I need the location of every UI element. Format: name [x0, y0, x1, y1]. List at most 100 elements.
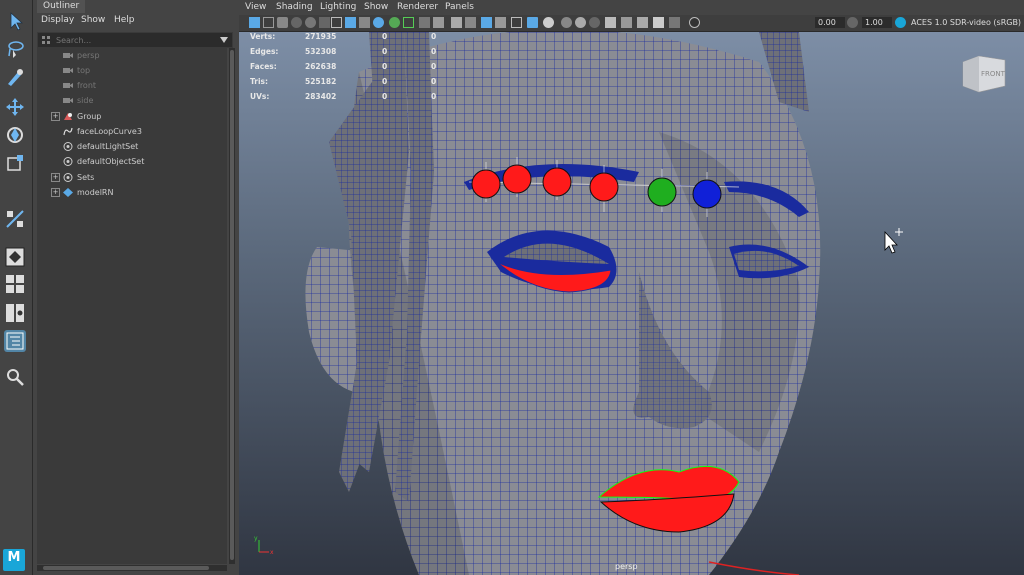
curve-icon	[63, 127, 73, 136]
scrollbar-thumb[interactable]	[43, 566, 209, 570]
grid-icon[interactable]	[331, 17, 342, 28]
select-camera-icon[interactable]	[249, 17, 260, 28]
gamma-icon[interactable]	[847, 17, 858, 28]
outliner-item-defaultobjectset[interactable]: defaultObjectSet	[37, 154, 217, 169]
outliner-menu-show[interactable]: Show	[81, 15, 105, 25]
view-transform-icon[interactable]	[895, 17, 906, 28]
exposure-field[interactable]: 0.00	[815, 17, 845, 28]
control-sphere-red[interactable]	[471, 169, 501, 199]
use-all-lights-icon[interactable]	[495, 17, 506, 28]
control-sphere-red[interactable]	[502, 164, 532, 194]
two-d-pan-icon[interactable]	[305, 17, 316, 28]
xray-joints-icon[interactable]	[621, 17, 632, 28]
viewport-menu-panels[interactable]: Panels	[445, 2, 474, 12]
single-pane-layout-icon[interactable]	[4, 246, 26, 268]
outliner-item-modelrn[interactable]: + modelRN	[37, 185, 217, 200]
viewcube-face-label: FRONT	[981, 70, 1006, 78]
gamma-field[interactable]: 1.00	[862, 17, 892, 28]
viewport-menu-shading[interactable]: Shading	[276, 2, 313, 12]
grease-pencil-icon[interactable]	[319, 17, 330, 28]
outliner-panel: Outliner Display Show Help persp top fro…	[33, 0, 237, 575]
camera-attributes-icon[interactable]	[263, 17, 274, 28]
backface-culling-icon[interactable]	[653, 17, 664, 28]
exposure-icon[interactable]	[689, 17, 700, 28]
expand-plus-icon[interactable]: +	[51, 188, 60, 197]
viewport-menu-show[interactable]: Show	[364, 2, 388, 12]
hud-faces-a: 0	[382, 62, 388, 71]
film-gate-icon[interactable]	[345, 17, 356, 28]
motion-blur-icon[interactable]	[543, 17, 554, 28]
select-tool-icon[interactable]	[4, 10, 26, 32]
outliner-vertical-scrollbar[interactable]	[229, 48, 235, 564]
outliner-item-sets[interactable]: + Sets	[37, 170, 217, 185]
control-sphere-green[interactable]	[647, 177, 677, 207]
soft-select-tool-icon[interactable]	[4, 208, 26, 230]
camera-name-label: persp	[615, 562, 638, 571]
hud-faces-b: 0	[431, 62, 437, 71]
outliner-item-label: persp	[77, 51, 100, 60]
outliner-item-defaultlightset[interactable]: defaultLightSet	[37, 139, 217, 154]
viewcube[interactable]: FRONT	[959, 52, 1009, 94]
smooth-shade-icon[interactable]	[451, 17, 462, 28]
expand-plus-icon[interactable]: +	[51, 173, 60, 182]
scale-tool-icon[interactable]	[4, 152, 26, 174]
camera-icon	[63, 68, 73, 73]
outliner-layout-icon[interactable]	[4, 330, 26, 352]
safe-title-icon[interactable]	[419, 17, 430, 28]
magnifier-icon[interactable]	[4, 366, 26, 388]
two-pane-layout-icon[interactable]	[4, 302, 26, 324]
scrollbar-thumb[interactable]	[230, 50, 234, 560]
bookmark-icon[interactable]	[277, 17, 288, 28]
outliner-menu-help[interactable]: Help	[114, 15, 135, 25]
head-model[interactable]: y x	[239, 32, 1024, 575]
screen-space-ao-icon[interactable]	[527, 17, 538, 28]
xray-icon[interactable]	[605, 17, 616, 28]
hud-faces-value: 262638	[305, 62, 337, 71]
outliner-item-side[interactable]: side	[37, 93, 217, 108]
viewport-menu-lighting[interactable]: Lighting	[320, 2, 356, 12]
safe-action-icon[interactable]	[403, 17, 414, 28]
xray-components-icon[interactable]	[637, 17, 648, 28]
textured-icon[interactable]	[481, 17, 492, 28]
outliner-tab[interactable]: Outliner	[37, 0, 86, 13]
wireframe-on-shaded-icon[interactable]	[465, 17, 476, 28]
outliner-horizontal-scrollbar[interactable]	[37, 565, 227, 571]
image-plane-icon[interactable]	[291, 17, 302, 28]
outliner-item-persp[interactable]: persp	[37, 48, 217, 63]
outliner-item-label: top	[77, 66, 91, 75]
paint-select-tool-icon[interactable]	[4, 66, 26, 88]
multisample-aa-icon[interactable]	[561, 17, 572, 28]
four-pane-layout-icon[interactable]	[4, 273, 26, 295]
color-space-label[interactable]: ACES 1.0 SDR-video (sRGB)	[911, 18, 1021, 27]
outliner-item-label: modelRN	[77, 188, 114, 197]
outliner-menu-display[interactable]: Display	[41, 15, 74, 25]
field-chart-icon[interactable]	[389, 17, 400, 28]
wireframe-icon[interactable]	[433, 17, 444, 28]
control-sphere-red[interactable]	[542, 167, 572, 197]
outliner-menu-bar: Display Show Help	[33, 14, 237, 28]
perspective-viewport[interactable]: y x Verts: 271935 0 0 Edges: 532308 0 0 …	[239, 32, 1024, 575]
hud-tris-a: 0	[382, 77, 388, 86]
move-tool-icon[interactable]	[4, 96, 26, 118]
outliner-item-front[interactable]: front	[37, 78, 217, 93]
lasso-tool-icon[interactable]	[4, 38, 26, 60]
control-sphere-red[interactable]	[589, 172, 619, 202]
control-sphere-blue[interactable]	[692, 179, 722, 209]
hud-tris-label: Tris:	[250, 77, 269, 86]
isolate-select-icon[interactable]	[589, 17, 600, 28]
expand-plus-icon[interactable]: +	[51, 112, 60, 121]
resolution-gate-icon[interactable]	[359, 17, 370, 28]
search-dropdown-chevron-icon[interactable]	[220, 37, 228, 43]
depth-of-field-icon[interactable]	[575, 17, 586, 28]
search-options-icon[interactable]	[41, 35, 51, 45]
outliner-search-input[interactable]	[56, 33, 206, 47]
rotate-tool-icon[interactable]	[4, 124, 26, 146]
viewport-menu-view[interactable]: View	[245, 2, 266, 12]
gate-mask-icon[interactable]	[373, 17, 384, 28]
outliner-item-top[interactable]: top	[37, 63, 217, 78]
shadows-icon[interactable]	[511, 17, 522, 28]
outliner-item-group[interactable]: + Group	[37, 109, 217, 124]
viewport-menu-renderer[interactable]: Renderer	[397, 2, 438, 12]
outliner-item-faceloopcurve3[interactable]: faceLoopCurve3	[37, 124, 217, 139]
backface-culling-mode-icon[interactable]	[669, 17, 680, 28]
